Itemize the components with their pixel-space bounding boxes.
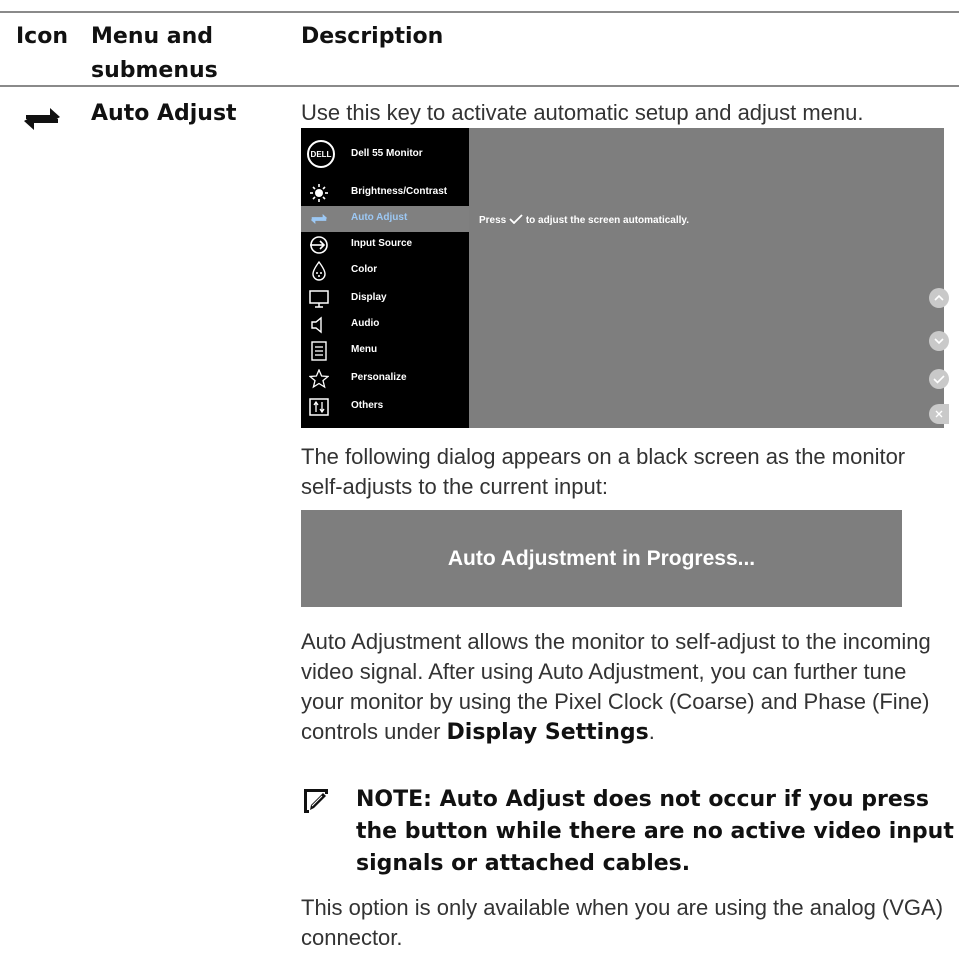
osd-check-button xyxy=(929,369,949,389)
auto-adjust-icon xyxy=(24,108,60,130)
display-settings-link-text: Display Settings xyxy=(446,720,649,745)
osd-close-button xyxy=(929,404,949,424)
check-icon xyxy=(509,214,523,225)
auto-adjust-dialog: Auto Adjustment in Progress... xyxy=(301,510,902,607)
osd-item-input-source: Input Source xyxy=(301,232,469,258)
osd-title: Dell 55 Monitor xyxy=(351,148,423,159)
input-source-icon xyxy=(310,236,328,254)
osd-item-label: Audio xyxy=(351,318,380,329)
osd-item-audio: Audio xyxy=(301,312,469,338)
osd-item-label: Menu xyxy=(351,344,378,355)
auto-adjust-icon xyxy=(310,214,328,224)
osd-item-label: Color xyxy=(351,264,378,275)
osd-up-button xyxy=(929,288,949,308)
up-icon xyxy=(934,294,944,301)
osd-item-color: Color xyxy=(301,258,469,284)
dialog-intro-text: The following dialog appears on a black … xyxy=(301,444,906,499)
column-header-description: Description xyxy=(301,24,444,49)
period: . xyxy=(648,719,655,744)
column-header-menu: Menu and submenus xyxy=(91,24,218,83)
osd-message-suffix: to adjust the screen automatically. xyxy=(525,215,690,226)
column-header-icon: Icon xyxy=(16,24,69,49)
close-icon xyxy=(935,410,943,418)
pencil-note-icon xyxy=(302,787,330,815)
down-icon xyxy=(934,338,944,345)
dell-logo: DELL xyxy=(307,140,335,168)
table-top-rule xyxy=(0,11,959,13)
color-icon xyxy=(312,261,326,281)
note-text: NOTE: Auto Adjust does not occur if you … xyxy=(356,787,954,876)
osd-item-menu: Menu xyxy=(301,338,469,364)
vga-note-text: This option is only available when you a… xyxy=(301,895,944,950)
osd-item-personalize: Personalize xyxy=(301,366,469,392)
others-icon xyxy=(309,398,329,416)
osd-message: Press to adjust the screen automatically… xyxy=(479,214,689,226)
osd-item-auto-adjust: Auto Adjust xyxy=(301,206,469,232)
auto-adjust-paragraph: Auto Adjustment allows the monitor to se… xyxy=(301,627,941,748)
osd-item-label: Others xyxy=(351,400,384,411)
osd-item-label: Input Source xyxy=(351,238,413,249)
display-icon xyxy=(309,290,329,308)
menu-item-auto-adjust: Auto Adjust xyxy=(91,101,237,126)
osd-item-brightness: Brightness/Contrast xyxy=(301,180,469,206)
intro-text: Use this key to activate automatic setup… xyxy=(301,100,864,125)
osd-item-label: Brightness/Contrast xyxy=(351,186,448,197)
osd-item-label: Personalize xyxy=(351,372,407,383)
osd-down-button xyxy=(929,331,949,351)
osd-item-display: Display xyxy=(301,286,469,312)
osd-screenshot: DELL Dell 55 Monitor Brightness/Contrast… xyxy=(301,128,949,428)
osd-item-label: Display xyxy=(351,292,387,303)
star-icon xyxy=(309,369,329,389)
brightness-icon xyxy=(310,184,328,202)
osd-item-others: Others xyxy=(301,394,469,420)
menu-icon xyxy=(311,341,327,361)
check-icon xyxy=(933,374,945,384)
osd-item-label: Auto Adjust xyxy=(351,212,408,223)
header-divider xyxy=(0,85,959,87)
osd-message-prefix: Press xyxy=(479,215,507,226)
speaker-icon xyxy=(311,316,322,334)
dialog-text: Auto Adjustment in Progress... xyxy=(447,547,756,570)
